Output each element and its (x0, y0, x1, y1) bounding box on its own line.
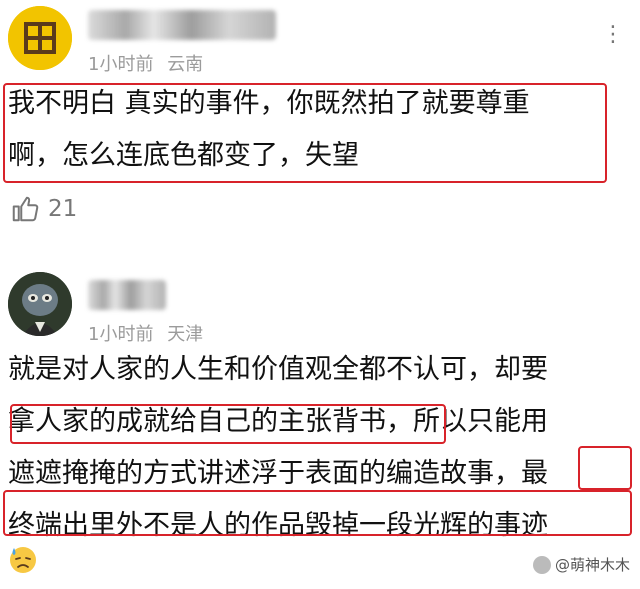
comment-line: 我不明白 真实的事件，你既然拍了就要尊重 (8, 88, 530, 119)
avatar[interactable] (8, 272, 72, 336)
comment-time: 1小时前 (88, 324, 154, 345)
comment-text: 就是对人家的人生和价值观全都不认可，却要 拿人家的成就给自己的主张背书，所以只能… (8, 344, 628, 552)
comment-time: 1小时前 (88, 54, 154, 75)
comment-location: 天津 (167, 324, 204, 345)
like-button[interactable]: 21 (10, 192, 77, 226)
username-blurred[interactable] (88, 280, 166, 310)
like-count: 21 (48, 196, 78, 222)
comment-line: 啊，怎么连底色都变了，失望 (8, 140, 359, 171)
avatar-image (8, 272, 72, 336)
comment-meta: 1小时前 云南 (88, 50, 203, 76)
comment-1: 1小时前 云南 ⋮ 我不明白 真实的事件，你既然拍了就要尊重 啊，怎么连底色都变… (0, 0, 640, 250)
comment-line: 终端出里外不是人的作品毁掉一段光辉的事迹 (8, 510, 548, 541)
sweat-emoji-icon (10, 547, 36, 573)
avatar-image (8, 6, 72, 70)
avatar[interactable] (8, 6, 72, 70)
comment-line: 遮遮掩掩的方式讲述浮于表面的编造故事，最 (8, 458, 548, 489)
comment-line: 拿人家的成就给自己的主张背书，所以只能用 (8, 406, 548, 437)
username-blurred[interactable] (88, 10, 276, 40)
comment-2: 1小时前 天津 就是对人家的人生和价值观全都不认可，却要 拿人家的成就给自己的主… (0, 262, 640, 589)
watermark-text: @萌神木木 (554, 556, 630, 574)
more-icon[interactable]: ⋮ (602, 22, 626, 47)
comment-text: 我不明白 真实的事件，你既然拍了就要尊重 啊，怎么连底色都变了，失望 (8, 78, 628, 182)
comment-location: 云南 (167, 54, 204, 75)
comment-meta: 1小时前 天津 (88, 320, 203, 346)
watermark-logo (532, 555, 551, 574)
thumbs-up-icon (12, 196, 39, 222)
comment-line: 就是对人家的人生和价值观全都不认可，却要 (8, 354, 548, 385)
watermark: @萌神木木 (532, 554, 630, 575)
